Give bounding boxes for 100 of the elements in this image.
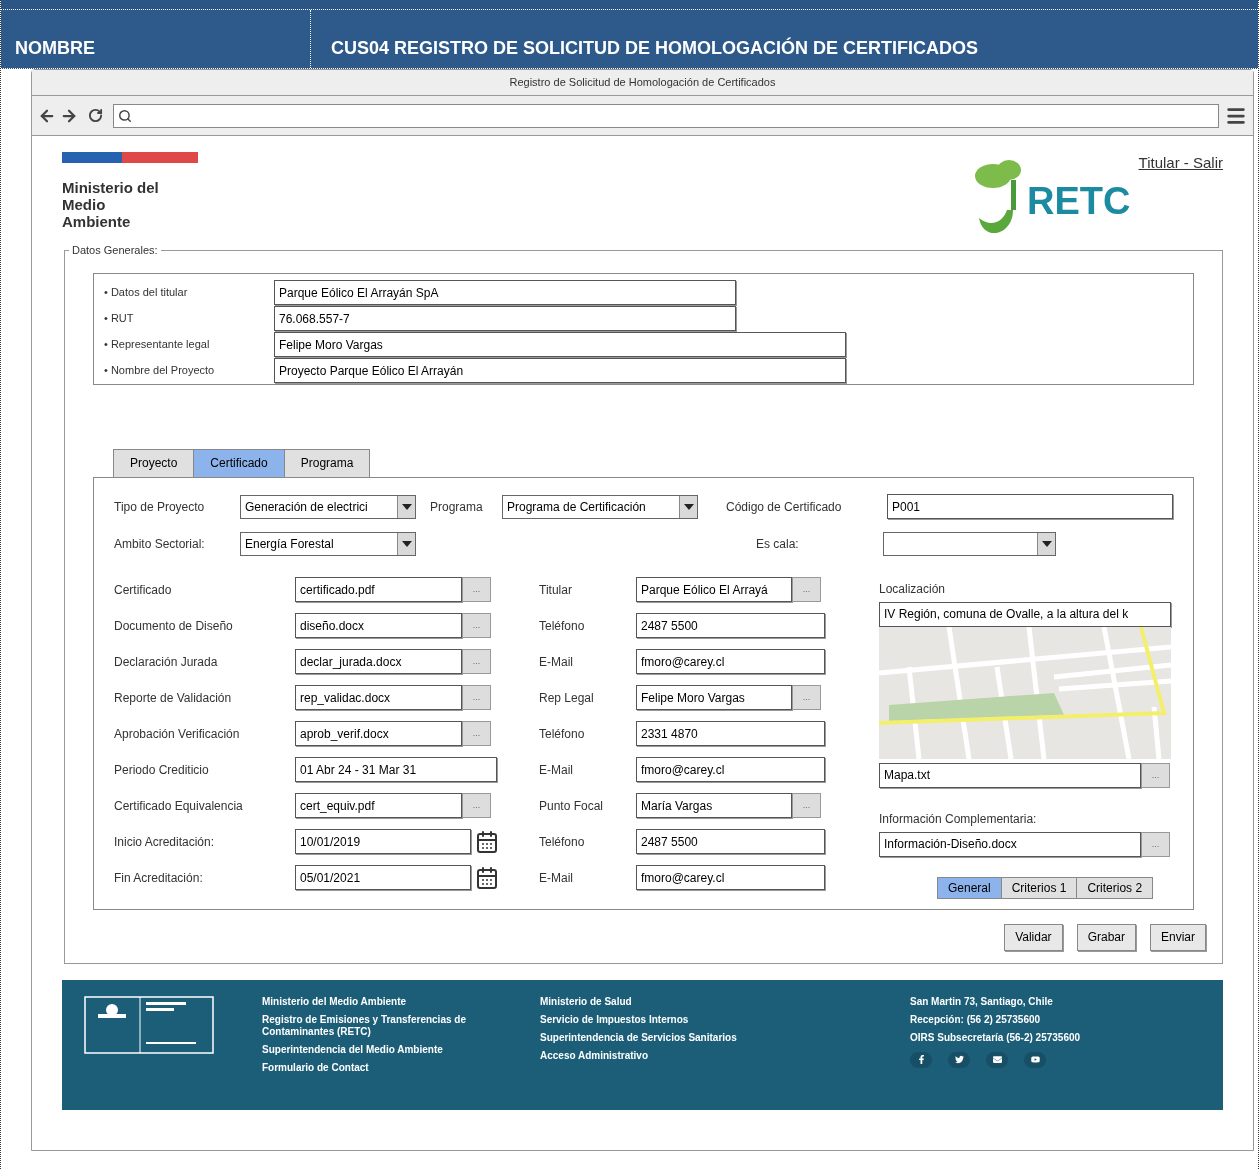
action-button[interactable]: Grabar bbox=[1076, 923, 1136, 951]
text-field[interactable]: Felipe Moro Vargas bbox=[636, 685, 792, 710]
footer-link[interactable]: Acceso Administrativo bbox=[540, 1049, 775, 1062]
footer-link[interactable]: San Martin 73, Santiago, Chile bbox=[910, 995, 1170, 1008]
field-label: E-Mail bbox=[539, 761, 574, 779]
field-label: Fin Acreditación: bbox=[114, 869, 204, 887]
field-label: Declaración Jurada bbox=[114, 653, 219, 671]
text-field[interactable]: fmoro@carey.cl bbox=[636, 865, 825, 890]
field-label: Inicio Acreditación: bbox=[114, 833, 216, 851]
text-field[interactable]: declar_jurada.docx bbox=[295, 649, 462, 674]
text-field[interactable]: Parque Eólico El Arrayán SpA bbox=[274, 280, 736, 305]
field-label: Rep Legal bbox=[539, 689, 595, 707]
field-label: Certificado Equivalencia bbox=[114, 797, 244, 815]
field-label: Teléfono bbox=[539, 725, 586, 743]
action-button[interactable]: Validar bbox=[1004, 923, 1063, 951]
field-label: Código de Certificado bbox=[726, 498, 843, 516]
reload-icon[interactable] bbox=[88, 108, 103, 123]
browse-button[interactable]: ... bbox=[462, 793, 491, 818]
dropdown[interactable]: Energía Forestal bbox=[240, 531, 416, 556]
field-label: Aprobación Verificación bbox=[114, 725, 241, 743]
text-field[interactable]: 2487 5500 bbox=[636, 613, 825, 638]
text-field[interactable]: fmoro@carey.cl bbox=[636, 649, 825, 674]
text-field[interactable]: fmoro@carey.cl bbox=[636, 757, 825, 782]
field-label: Teléfono bbox=[539, 833, 586, 851]
mail-icon[interactable] bbox=[986, 1051, 1008, 1068]
field-label: Certificado bbox=[114, 581, 173, 599]
dropdown[interactable]: Generación de electrici bbox=[240, 494, 416, 519]
video-icon[interactable] bbox=[1024, 1051, 1046, 1068]
field-label: Teléfono bbox=[539, 617, 586, 635]
browse-button[interactable]: ... bbox=[462, 721, 491, 746]
government-stripe-icon bbox=[62, 152, 198, 163]
text-field[interactable]: P001 bbox=[887, 494, 1173, 519]
calendar-icon[interactable] bbox=[475, 829, 499, 854]
text-field[interactable]: 2331 4870 bbox=[636, 721, 825, 746]
dropdown[interactable]: Programa de Certificación bbox=[502, 494, 698, 519]
text-field[interactable]: Proyecto Parque Eólico El Arrayán bbox=[274, 358, 846, 383]
footer-link[interactable]: Ministerio de Salud bbox=[540, 995, 775, 1008]
text-field[interactable]: 76.068.557-7 bbox=[274, 306, 736, 331]
field-label: Documento de Diseño bbox=[114, 617, 234, 635]
calendar-icon[interactable] bbox=[475, 865, 499, 890]
tab[interactable]: General bbox=[937, 876, 1002, 899]
facebook-icon[interactable] bbox=[910, 1051, 932, 1068]
tab[interactable]: Certificado bbox=[193, 448, 285, 477]
doc-title: CUS04 REGISTRO DE SOLICITUD DE HOMOLOGACIÓN DE CERTIFICADOS bbox=[331, 36, 979, 60]
doc-label: NOMBRE bbox=[15, 37, 95, 60]
tab[interactable]: Programa bbox=[283, 448, 371, 477]
footer-link[interactable]: Recepción: (56 2) 25735600 bbox=[910, 1013, 1170, 1026]
text-field[interactable]: diseño.docx bbox=[295, 613, 462, 638]
field-label: Programa bbox=[430, 498, 484, 516]
text-field[interactable]: IV Región, comuna de Ovalle, a la altura del k bbox=[879, 601, 1171, 627]
window-title: Registro de Solicitud de Homologación de Certificados bbox=[509, 75, 776, 91]
text-field[interactable]: 2487 5500 bbox=[636, 829, 825, 854]
ministry-name: Ambiente bbox=[62, 213, 132, 230]
field-label: Localización bbox=[879, 580, 947, 598]
fieldset-legend: Datos Generales: bbox=[69, 242, 161, 259]
browse-button[interactable]: ... bbox=[462, 577, 491, 602]
browse-button[interactable]: ... bbox=[462, 613, 491, 638]
field-label: E-Mail bbox=[539, 869, 574, 887]
footer-link[interactable]: Ministerio del Medio Ambiente bbox=[262, 995, 492, 1008]
action-button[interactable]: Enviar bbox=[1150, 923, 1206, 951]
browse-button[interactable]: ... bbox=[792, 685, 821, 710]
text-field[interactable]: Parque Eólico El Arrayá bbox=[636, 577, 792, 602]
user-link[interactable]: Titular - Salir bbox=[1138, 152, 1223, 175]
date-field[interactable]: 10/01/2019 bbox=[295, 829, 471, 854]
tab[interactable]: Criterios 1 bbox=[1000, 876, 1078, 899]
twitter-icon[interactable] bbox=[948, 1051, 970, 1068]
field-label: Punto Focal bbox=[539, 797, 605, 815]
browse-button[interactable]: ... bbox=[792, 793, 821, 818]
logo-text: RETC bbox=[1027, 182, 1131, 220]
browse-button[interactable]: ... bbox=[462, 685, 491, 710]
text-field[interactable]: 01 Abr 24 - 31 Mar 31 bbox=[295, 757, 497, 782]
tab[interactable]: Criterios 2 bbox=[1076, 876, 1154, 899]
footer-link[interactable]: Superintendencia de Servicios Sanitarios bbox=[540, 1031, 775, 1044]
text-field[interactable]: aprob_verif.docx bbox=[295, 721, 462, 746]
browse-button[interactable]: ... bbox=[462, 649, 491, 674]
text-field[interactable]: Información-Diseño.docx bbox=[879, 831, 1141, 857]
dropdown[interactable] bbox=[883, 531, 1056, 556]
footer-link[interactable]: Formulario de Contact bbox=[262, 1061, 492, 1074]
text-field[interactable]: Mapa.txt bbox=[879, 762, 1141, 788]
ministry-name: Ministerio del bbox=[62, 179, 160, 196]
browse-button[interactable]: ... bbox=[792, 577, 821, 602]
field-label: Ambito Sectorial: bbox=[114, 535, 206, 553]
footer-link[interactable]: Servicio de Impuestos Internos bbox=[540, 1013, 775, 1026]
text-field[interactable]: certificado.pdf bbox=[295, 577, 462, 602]
browse-button[interactable]: ... bbox=[1141, 831, 1170, 857]
footer-link[interactable]: Superintendencia del Medio Ambiente bbox=[262, 1043, 492, 1056]
footer-link[interactable]: OIRS Subsecretaría (56-2) 25735600 bbox=[910, 1031, 1170, 1044]
field-label: Periodo Crediticio bbox=[114, 761, 210, 779]
text-field[interactable]: Felipe Moro Vargas bbox=[274, 332, 846, 357]
text-field[interactable]: rep_validac.docx bbox=[295, 685, 462, 710]
date-field[interactable]: 05/01/2021 bbox=[295, 865, 471, 890]
text-field[interactable]: cert_equiv.pdf bbox=[295, 793, 462, 818]
tab[interactable]: Proyecto bbox=[113, 448, 195, 477]
text-field[interactable]: María Vargas bbox=[636, 793, 792, 818]
field-label: • Nombre del Proyecto bbox=[104, 363, 216, 379]
footer-link[interactable]: Registro de Emisiones y Transferencias de Contaminantes (RETC) bbox=[262, 1013, 492, 1038]
browse-button[interactable]: ... bbox=[1141, 762, 1170, 788]
address-bar[interactable] bbox=[113, 103, 1219, 128]
ministry-name: Medio bbox=[62, 196, 107, 213]
field-label: • Datos del titular bbox=[104, 285, 189, 301]
